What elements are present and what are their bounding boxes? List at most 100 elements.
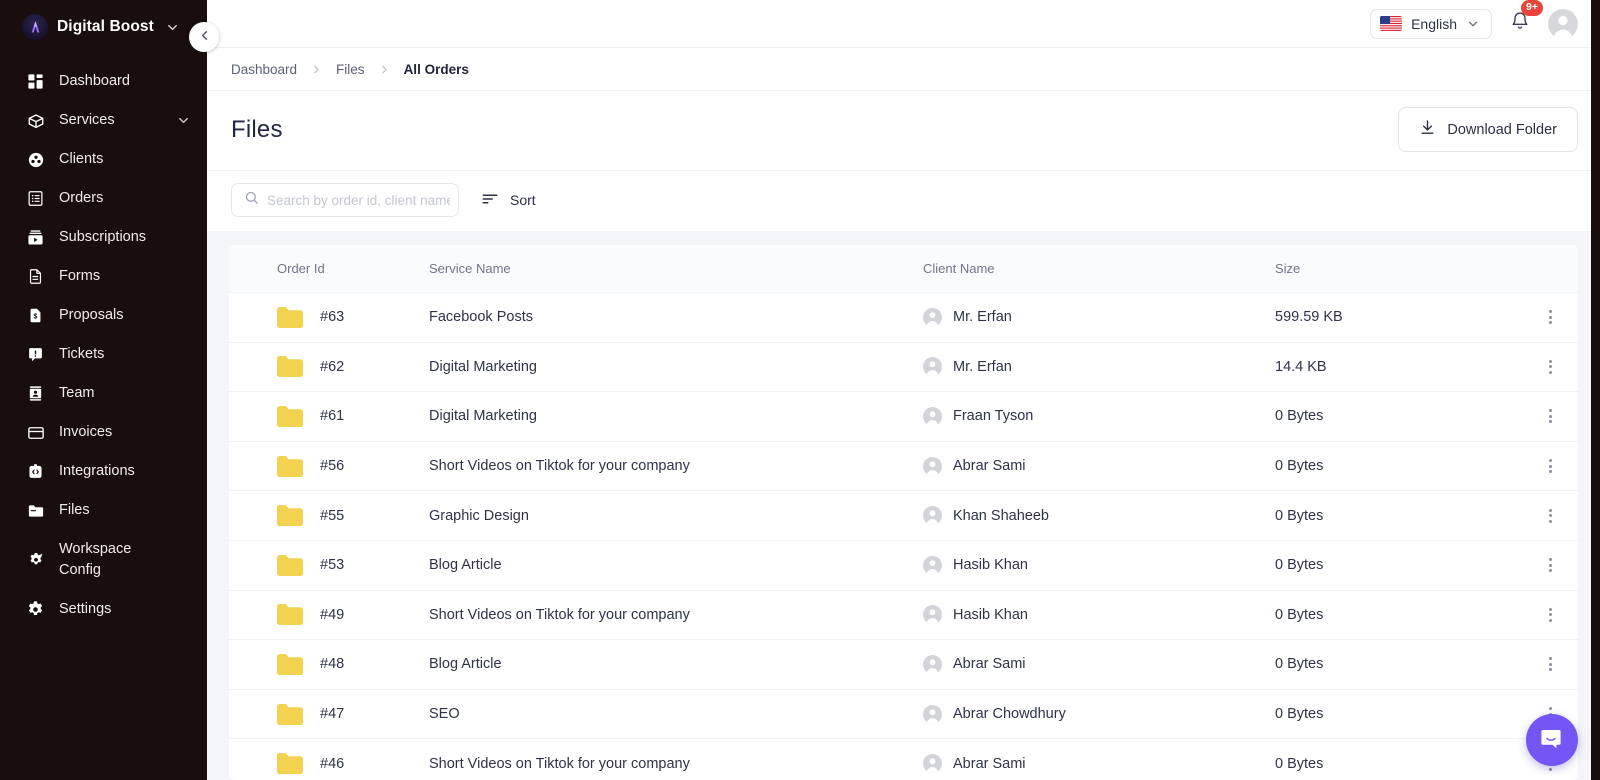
- sidebar-item-team[interactable]: Team: [0, 374, 207, 413]
- user-avatar-icon: [923, 555, 942, 575]
- brand-name: Digital Boost: [57, 18, 154, 35]
- more-vertical-icon[interactable]: [1541, 603, 1560, 627]
- us-flag-icon: [1380, 16, 1403, 31]
- cell-order-id: #62: [229, 356, 429, 378]
- client-name-text: Abrar Chowdhury: [953, 706, 1066, 723]
- sidebar-item-integrations[interactable]: Integrations: [0, 452, 207, 491]
- sidebar-collapse-button[interactable]: [189, 22, 219, 52]
- cell-service-name: Blog Article: [429, 656, 502, 673]
- sidebar-item-orders[interactable]: Orders: [0, 179, 207, 218]
- table-row[interactable]: #48 Blog Article Abrar Sami 0 Bytes: [229, 640, 1578, 690]
- files-table: Order Id Service Name Client Name Size #…: [229, 245, 1578, 780]
- sidebar-item-files[interactable]: Files: [0, 491, 207, 530]
- sidebar-item-forms[interactable]: Forms: [0, 257, 207, 296]
- box-icon: [26, 111, 45, 130]
- more-vertical-icon[interactable]: [1541, 652, 1560, 676]
- cell-order-id: #63: [229, 306, 429, 328]
- table-row[interactable]: #47 SEO Abrar Chowdhury 0 Bytes: [229, 690, 1578, 740]
- order-id-text: #63: [320, 309, 345, 326]
- search-input[interactable]: [267, 192, 450, 208]
- more-vertical-icon[interactable]: [1541, 454, 1560, 478]
- cell-size: 0 Bytes: [1275, 706, 1324, 723]
- client-name-text: Abrar Sami: [953, 656, 1026, 673]
- language-selector[interactable]: English: [1370, 8, 1492, 39]
- table-row[interactable]: #55 Graphic Design Khan Shaheeb 0 Bytes: [229, 491, 1578, 541]
- table-row[interactable]: #49 Short Videos on Tiktok for your compa…: [229, 591, 1578, 641]
- cell-client-name: Mr. Erfan: [923, 307, 1275, 327]
- app-root: Digital Boost Dashboard Services Clients…: [0, 0, 1600, 780]
- cell-actions: [1522, 603, 1578, 627]
- sidebar-item-label: Forms: [59, 268, 101, 285]
- table-row[interactable]: #63 Facebook Posts Mr. Erfan 599.59 KB: [229, 293, 1578, 343]
- cell-service-name: Short Videos on Tiktok for your company: [429, 755, 690, 772]
- client-name-text: Abrar Sami: [953, 755, 1026, 772]
- sidebar-item-workspace-config[interactable]: Workspace Config: [0, 530, 207, 590]
- column-header-order-id: Order Id: [277, 261, 325, 276]
- more-vertical-icon[interactable]: [1541, 504, 1560, 528]
- sidebar-item-clients[interactable]: Clients: [0, 140, 207, 179]
- breadcrumb-item-all-orders: All Orders: [403, 62, 469, 77]
- download-folder-button[interactable]: Download Folder: [1398, 107, 1578, 152]
- integrations-code-icon: [26, 462, 45, 481]
- search-box[interactable]: [231, 183, 459, 217]
- table-body: #63 Facebook Posts Mr. Erfan 599.59 KB #62 Di…: [229, 293, 1578, 780]
- sidebar-item-proposals[interactable]: $ Proposals: [0, 296, 207, 335]
- table-row[interactable]: #61 Digital Marketing Fraan Tyson 0 Bytes: [229, 392, 1578, 442]
- gear-icon: [26, 600, 45, 619]
- table-row[interactable]: #62 Digital Marketing Mr. Erfan 14.4 KB: [229, 343, 1578, 393]
- sidebar-item-settings[interactable]: Settings: [0, 590, 207, 634]
- sort-icon: [481, 190, 499, 211]
- cell-client-name: Fraan Tyson: [923, 406, 1275, 426]
- client-name-text: Mr. Erfan: [953, 358, 1012, 375]
- orders-list-icon: [26, 189, 45, 208]
- sort-button[interactable]: Sort: [481, 188, 536, 213]
- chat-widget-button[interactable]: [1526, 714, 1578, 766]
- sidebar-item-tickets[interactable]: Tickets: [0, 335, 207, 374]
- brand-switcher[interactable]: Digital Boost: [0, 0, 207, 54]
- more-vertical-icon[interactable]: [1541, 553, 1560, 577]
- table-row[interactable]: #56 Short Videos on Tiktok for your compa…: [229, 442, 1578, 492]
- chevron-right-icon: [310, 63, 323, 76]
- cell-order-id: #56: [229, 455, 429, 477]
- table-row[interactable]: #53 Blog Article Hasib Khan 0 Bytes: [229, 541, 1578, 591]
- cell-order-id: #53: [229, 554, 429, 576]
- cell-service-name: Digital Marketing: [429, 408, 537, 425]
- breadcrumb-item-dashboard[interactable]: Dashboard: [231, 62, 297, 77]
- sidebar-item-invoices[interactable]: Invoices: [0, 413, 207, 452]
- sidebar-item-subscriptions[interactable]: Subscriptions: [0, 218, 207, 257]
- dashboard-icon: [26, 72, 45, 91]
- gear-sparkle-icon: [26, 551, 45, 570]
- more-vertical-icon[interactable]: [1541, 355, 1560, 379]
- cell-client-name: Abrar Sami: [923, 456, 1275, 476]
- chevron-down-icon[interactable]: [176, 113, 191, 128]
- user-avatar-icon: [923, 456, 942, 476]
- user-avatar-icon: [923, 307, 942, 327]
- more-vertical-icon[interactable]: [1541, 305, 1560, 329]
- user-avatar-icon: [923, 406, 942, 426]
- cell-service-name: Digital Marketing: [429, 358, 537, 375]
- top-bar: English 9+: [207, 0, 1600, 48]
- user-avatar-icon: [923, 754, 942, 774]
- sidebar-item-label: Dashboard: [59, 73, 130, 89]
- notifications-button[interactable]: 9+: [1508, 0, 1543, 38]
- column-header-size: Size: [1275, 261, 1301, 276]
- sidebar-item-services[interactable]: Services: [0, 101, 207, 140]
- cell-actions: [1522, 504, 1578, 528]
- search-icon: [244, 190, 259, 210]
- cell-order-id: #49: [229, 604, 429, 626]
- breadcrumb-item-files[interactable]: Files: [336, 62, 365, 77]
- cell-order-id: #55: [229, 505, 429, 527]
- table-row[interactable]: #46 Short Videos on Tiktok for your compa…: [229, 739, 1578, 780]
- page-title: Files: [231, 115, 283, 143]
- sidebar-item-label: Proposals: [59, 307, 124, 324]
- cell-size: 0 Bytes: [1275, 507, 1324, 524]
- table-area: Order Id Service Name Client Name Size #…: [207, 231, 1600, 780]
- team-badge-icon: [26, 384, 45, 403]
- sidebar-nav: Dashboard Services Clients Orders Subscr…: [0, 62, 207, 634]
- folder-icon: [26, 501, 45, 520]
- more-vertical-icon[interactable]: [1541, 404, 1560, 428]
- client-name-text: Hasib Khan: [953, 557, 1028, 574]
- folder-icon: [277, 703, 303, 725]
- sidebar-item-dashboard[interactable]: Dashboard: [0, 62, 207, 101]
- avatar[interactable]: [1548, 8, 1578, 39]
